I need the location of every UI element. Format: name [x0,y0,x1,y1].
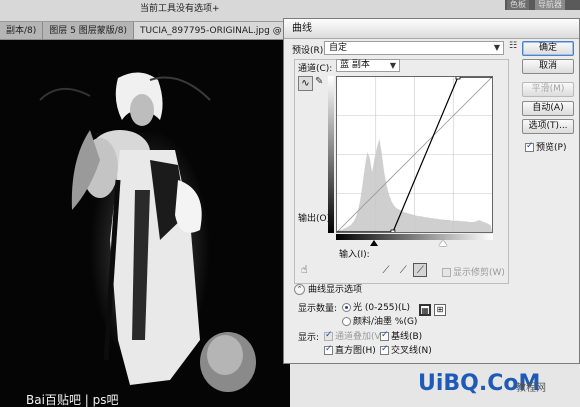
pigment-option[interactable]: 颜料/油墨 %(G) [342,314,417,327]
doc-tab-label: 图层 5 图层蒙版/8) [49,26,127,36]
channel-label: 通道(C): [298,64,333,74]
show-clipping-checkbox[interactable] [442,268,451,277]
intersection-label: 交叉线(N) [391,346,432,356]
intersection-checkbox[interactable] [380,344,389,355]
output-gradient-bar [328,76,334,233]
black-eyedropper-icon[interactable]: ⟋ [379,264,393,278]
grid-large-icon[interactable]: ⊞ [434,304,446,316]
curve-tool-icon[interactable]: ∿ [298,76,313,91]
curve-display-options-label: 曲线显示选项 [308,285,363,295]
output-label: 输出(O): [298,214,334,224]
gray-eyedropper-icon[interactable]: ⟋ [396,264,410,278]
hand-target-icon[interactable]: ☝ [301,263,308,276]
pigment-option-label: 颜料/油墨 %(G) [353,317,418,327]
doc-tab-layer5[interactable]: 图层 5 图层蒙版/8) [43,22,134,39]
input-label: 输入(I): [339,250,370,260]
curves-dialog: 曲线 预设(R): 自定 ▼ ☷ 通道(C): 蓝 副本 ▼ ∿ ✎ 输出(O)… [283,18,580,364]
input-gradient-bar [336,234,493,240]
tab-navigator[interactable]: 导航器 [535,0,565,10]
histogram-label: 直方图(H) [335,346,376,356]
expand-icon[interactable]: ⌃ [294,284,305,295]
doc-tab-partial-label: 副本/8) [6,26,37,36]
doc-tab-label: TUCIA_897795-ORIGINAL.jpg @ 12.5% (图层 1,… [140,26,290,36]
intersection-option[interactable]: 交叉线(N) [380,343,432,356]
uibq-watermark: UiBQ.CoM 教程网 [418,371,546,396]
light-option[interactable]: 光 (0-255)(L) [342,300,410,313]
black-point-slider[interactable] [370,240,378,246]
document-canvas[interactable]: Bai百贴吧 | ps吧 [0,40,290,407]
preview-checkbox[interactable] [525,141,534,152]
cancel-button[interactable]: 取消 [522,59,574,74]
curve-graph[interactable] [336,74,493,235]
baidu-forum: ps吧 [92,393,119,407]
light-option-label: 光 (0-255)(L) [353,303,411,313]
pigment-radio[interactable] [342,317,351,326]
light-radio[interactable] [342,303,351,312]
photoshop-window: 当前工具没有选项+ 色板 导航器 副本/8) 图层 5 图层蒙版/8) TUCIA_… [0,0,580,407]
ok-button[interactable]: 确定 [522,41,574,56]
pencil-tool-icon[interactable]: ✎ [315,76,327,91]
curve-control-point [455,74,461,80]
smooth-button[interactable]: 平滑(M) [522,82,574,97]
eyedropper-group: ⟋ ⟋ ⟋ [379,263,428,278]
preview-label: 预览(P) [536,143,567,153]
chevron-down-icon: ▼ [493,43,500,52]
uibq-sub: 教程网 [516,383,546,394]
panel-tabs: 色板 导航器 [505,0,580,10]
curve-control-point [390,229,396,235]
baidu-brand: Bai [26,393,45,407]
baseline-option[interactable]: 基线(B) [380,329,422,342]
channel-overlays-checkbox[interactable] [324,330,333,341]
baseline-label: 基线(B) [391,332,423,342]
options-bar-hint: 当前工具没有选项+ [140,4,220,14]
preset-value: 自定 [329,43,348,53]
auto-button[interactable]: 自动(A) [522,101,574,116]
white-eyedropper-icon[interactable]: ⟋ [413,263,428,277]
show-clipping-control[interactable]: 显示修剪(W) [442,265,505,278]
white-point-slider[interactable] [439,240,447,246]
document-tabs: 副本/8) 图层 5 图层蒙版/8) TUCIA_897795-ORIGINAL.j… [0,22,290,40]
doc-tab-tucia[interactable]: TUCIA_897795-ORIGINAL.jpg @ 12.5% (图层 1,… [134,22,290,39]
preview-option[interactable]: 预览(P) [525,140,566,153]
curve-plot[interactable] [336,74,493,235]
baidu-watermark: Bai百贴吧 | ps吧 [26,391,119,407]
photo-figure [39,72,256,392]
dialog-title: 曲线 [284,19,579,39]
options-button[interactable]: 选项(T)... [522,119,574,134]
chevron-down-icon: ▼ [389,61,396,70]
tab-swatches[interactable]: 色板 [507,0,529,10]
show-amount-label: 显示数量: [298,304,338,314]
curve-display-options-toggle[interactable]: ⌃ 曲线显示选项 [294,282,362,295]
show-label: 显示: [298,333,320,343]
baidu-paw: 百 [44,393,57,407]
histogram-option[interactable]: 直方图(H) [324,343,376,356]
photo-image: Bai百贴吧 | ps吧 [0,40,290,407]
preset-label: 预设(R): [292,46,327,56]
show-clipping-label: 显示修剪(W) [453,268,505,278]
grid-small-icon[interactable]: ▦ [419,304,431,316]
channel-overlays-option[interactable]: 通道叠加(V) [324,329,384,342]
histogram-checkbox[interactable] [324,344,333,355]
grid-size-buttons: ▦ ⊞ [416,304,446,316]
channel-select[interactable]: 蓝 副本 ▼ [336,59,400,72]
baidu-tieba: 贴吧 [56,393,81,407]
channel-value: 蓝 副本 [340,60,370,70]
preset-menu-icon[interactable]: ☷ [509,41,521,55]
baseline-checkbox[interactable] [380,330,389,341]
preset-select[interactable]: 自定 ▼ [324,41,504,55]
channel-overlays-label: 通道叠加(V) [335,332,385,342]
doc-tab-partial[interactable]: 副本/8) [0,22,44,39]
baidu-sep: | [80,393,93,407]
